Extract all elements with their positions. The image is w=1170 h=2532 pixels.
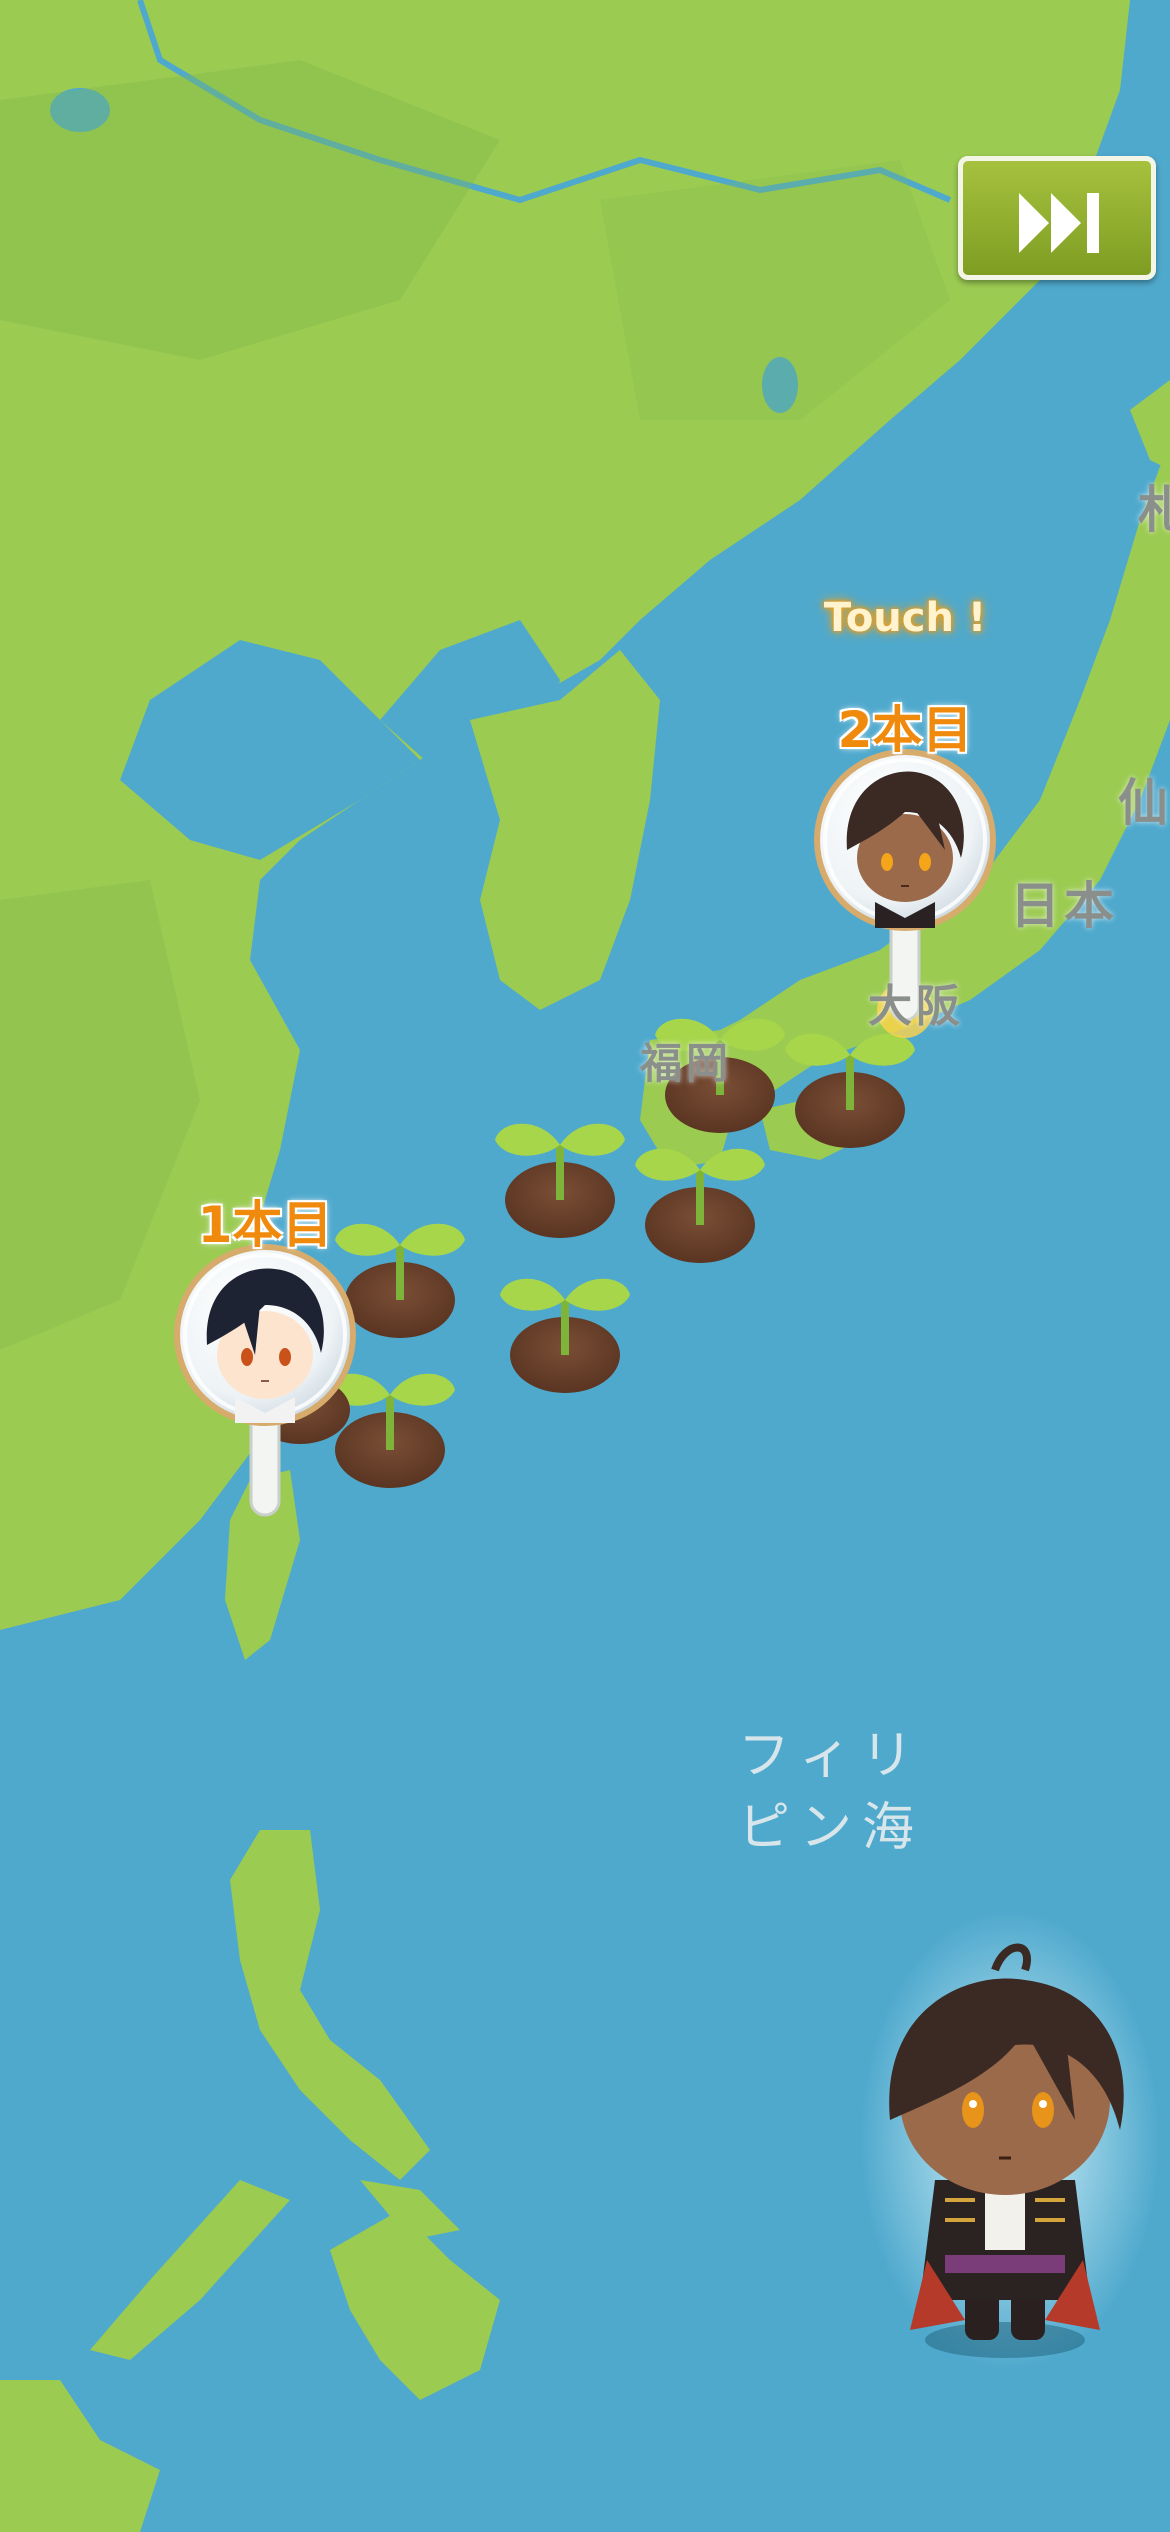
sea-label-line2: ピン海 [738,1798,925,1858]
touch-prompt: Touch ! [823,595,987,641]
sea-label-line1: フィリ [738,1726,923,1786]
pin-1-count-label: 1本目 [197,1196,333,1254]
map-label-fukuoka: 福岡 [640,1039,733,1088]
world-map [0,0,1170,2532]
map-label-sapporo: 札 [1138,481,1170,539]
pin-2-count-label: 2本目 [837,701,973,759]
map-label-osaka: 大阪 [868,981,964,1032]
map-label-philippine-sea: フィリ ピン海 [738,1720,924,1864]
map-label-sendai: 仙 [1118,774,1170,832]
fast-forward-icon [1019,193,1099,253]
map-label-japan: 日本 [1010,877,1118,935]
skip-button[interactable] [958,156,1156,280]
